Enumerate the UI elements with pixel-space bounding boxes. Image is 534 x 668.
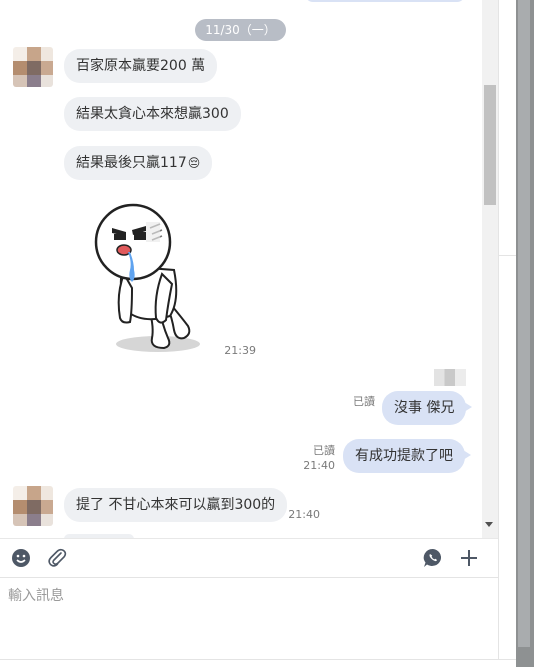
voice-call-icon[interactable] bbox=[422, 547, 444, 569]
incoming-message-bubble[interactable]: 結果太貪心本來想贏300 bbox=[64, 97, 241, 131]
sender-name-blurred bbox=[434, 369, 466, 386]
sad-face-emoji-icon: 😔 bbox=[187, 156, 201, 170]
chat-scrollbar[interactable] bbox=[482, 0, 498, 538]
date-divider: 11/30（一） bbox=[195, 19, 286, 41]
message-text: 結果最後只贏117 bbox=[76, 155, 187, 171]
scroll-down-arrow-icon[interactable] bbox=[485, 522, 493, 527]
crying-character-sticker-icon bbox=[94, 203, 200, 352]
read-receipt: 已讀 bbox=[353, 395, 375, 408]
side-panel-edge bbox=[498, 0, 517, 667]
incoming-message-bubble[interactable]: 提了 不甘心本來可以贏到300的 bbox=[64, 488, 288, 522]
smiley-icon[interactable] bbox=[10, 547, 32, 569]
partial-outgoing-bubble bbox=[305, 0, 465, 2]
side-divider bbox=[499, 255, 517, 256]
message-input[interactable] bbox=[8, 586, 478, 606]
paperclip-icon[interactable] bbox=[46, 547, 68, 569]
composer-toolbar bbox=[0, 538, 498, 578]
sticker-image[interactable] bbox=[88, 200, 208, 356]
contact-avatar[interactable] bbox=[13, 47, 53, 87]
plus-icon[interactable] bbox=[458, 547, 480, 569]
sticker-timestamp: 21:39 bbox=[224, 344, 256, 357]
incoming-message-bubble[interactable]: 百家原本贏要200 萬 bbox=[64, 49, 218, 83]
contact-avatar[interactable] bbox=[13, 486, 53, 526]
chat-message-area[interactable]: 11/30（一） 百家原本贏要200 萬 結果太貪心本來想贏300 結果最後只贏… bbox=[0, 0, 482, 538]
outgoing-message-bubble[interactable]: 有成功提款了吧 bbox=[343, 439, 471, 473]
message-text: 提了 不甘心本來可以贏到300的 bbox=[76, 497, 276, 513]
message-text: 結果太貪心本來想贏300 bbox=[76, 106, 229, 122]
message-timestamp: 21:40 bbox=[303, 459, 335, 472]
incoming-message-bubble[interactable]: 結果最後只贏117😔 bbox=[64, 146, 213, 180]
message-text: 沒事 傑兄 bbox=[394, 400, 455, 416]
read-receipt: 已讀 bbox=[313, 444, 335, 457]
window-edge bbox=[516, 0, 534, 667]
message-composer bbox=[0, 577, 498, 660]
scrollbar-thumb[interactable] bbox=[484, 85, 496, 205]
message-text: 百家原本贏要200 萬 bbox=[76, 58, 206, 74]
window-edge-inner bbox=[518, 0, 530, 647]
message-timestamp: 21:40 bbox=[288, 508, 320, 521]
message-text: 有成功提款了吧 bbox=[355, 448, 453, 464]
outgoing-message-bubble[interactable]: 沒事 傑兄 bbox=[382, 391, 473, 425]
